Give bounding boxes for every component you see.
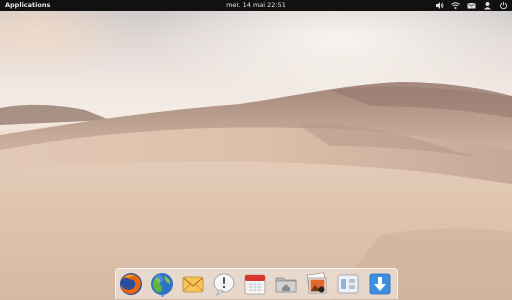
power-icon[interactable] xyxy=(499,1,508,10)
indicator-area xyxy=(435,0,508,11)
dock-item-settings[interactable] xyxy=(335,271,361,297)
dock-item-messaging[interactable] xyxy=(211,271,237,297)
dock-item-mail[interactable] xyxy=(180,271,206,297)
dock-item-calendar[interactable] xyxy=(242,271,268,297)
top-panel: Applications mer. 14 mai 22:51 xyxy=(0,0,512,11)
photos-icon xyxy=(306,272,327,294)
calendar-icon xyxy=(244,274,266,295)
dock-item-photos[interactable] xyxy=(304,271,330,297)
firefox-icon xyxy=(120,273,142,295)
dock-item-firefox[interactable] xyxy=(118,271,144,297)
download-icon xyxy=(369,273,391,295)
wifi-icon[interactable] xyxy=(451,1,460,10)
speech-bubble-icon xyxy=(213,273,235,297)
dock-item-files[interactable] xyxy=(273,271,299,297)
dock-item-downloads[interactable] xyxy=(367,271,393,297)
desktop-wallpaper xyxy=(0,0,512,300)
user-icon[interactable] xyxy=(483,1,492,10)
mail-icon[interactable] xyxy=(467,1,476,10)
running-indicator xyxy=(161,294,164,297)
folder-home-icon xyxy=(275,277,297,293)
sand-dunes-wallpaper xyxy=(0,82,512,300)
volume-icon[interactable] xyxy=(435,1,444,10)
mail-app-icon xyxy=(182,276,204,293)
system-settings-icon xyxy=(337,274,359,294)
